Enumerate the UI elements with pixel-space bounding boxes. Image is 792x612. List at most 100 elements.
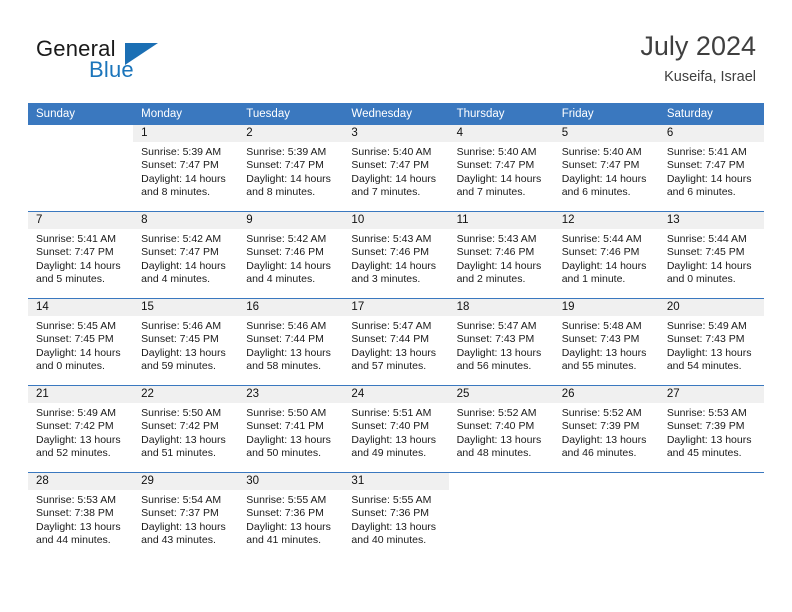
calendar-day-14[interactable]: 14 Sunrise: 5:45 AM Sunset: 7:45 PM Dayligh… xyxy=(28,299,134,385)
sunset-text: Sunset: 7:44 PM xyxy=(351,333,430,346)
calendar-day-17[interactable]: 17 Sunrise: 5:47 AM Sunset: 7:44 PM Dayligh… xyxy=(343,299,449,385)
sunset-text: Sunset: 7:47 PM xyxy=(246,159,324,172)
calendar-day-31[interactable]: 31 Sunrise: 5:55 AM Sunset: 7:36 PM Dayligh… xyxy=(343,473,449,559)
daylight-text-line2: and 48 minutes. xyxy=(456,447,532,460)
calendar-day-20[interactable]: 20 Sunrise: 5:49 AM Sunset: 7:43 PM Dayligh… xyxy=(658,299,764,385)
calendar-day-4[interactable]: 4 Sunrise: 5:40 AM Sunset: 7:47 PM Daylight… xyxy=(448,125,554,211)
calendar-cell: 3 Sunrise: 5:40 AM Sunset: 7:47 PM Daylight… xyxy=(343,125,449,212)
sunrise-text: Sunrise: 5:44 AM xyxy=(666,233,747,245)
daylight-text-line2: and 55 minutes. xyxy=(561,360,637,373)
sunrise-text: Sunrise: 5:42 AM xyxy=(141,233,222,245)
calendar-day-16[interactable]: 16 Sunrise: 5:46 AM Sunset: 7:44 PM Dayligh… xyxy=(238,299,344,385)
day-number: 23 xyxy=(238,386,344,403)
calendar-day-11[interactable]: 11 Sunrise: 5:43 AM Sunset: 7:46 PM Dayligh… xyxy=(448,212,554,298)
weekday-header-saturday: Saturday xyxy=(658,103,764,125)
calendar-cell: 27 Sunrise: 5:53 AM Sunset: 7:39 PM Dayligh… xyxy=(658,385,764,473)
calendar-day-27[interactable]: 27 Sunrise: 5:53 AM Sunset: 7:39 PM Dayligh… xyxy=(658,386,764,472)
calendar-cell: 15 Sunrise: 5:46 AM Sunset: 7:45 PM Dayligh… xyxy=(133,298,239,386)
calendar-day-6[interactable]: 6 Sunrise: 5:41 AM Sunset: 7:47 PM Daylight… xyxy=(658,125,764,211)
calendar-day-26[interactable]: 26 Sunrise: 5:52 AM Sunset: 7:39 PM Dayligh… xyxy=(553,386,659,472)
day-number: 10 xyxy=(343,212,449,229)
calendar-day-7[interactable]: 7 Sunrise: 5:41 AM Sunset: 7:47 PM Daylight… xyxy=(28,212,134,298)
day-number: 22 xyxy=(133,386,239,403)
calendar-cell: 7 Sunrise: 5:41 AM Sunset: 7:47 PM Daylight… xyxy=(28,211,134,299)
sunrise-text: Sunrise: 5:54 AM xyxy=(141,494,222,506)
calendar-day-3[interactable]: 3 Sunrise: 5:40 AM Sunset: 7:47 PM Daylight… xyxy=(343,125,449,211)
daylight-text-line1: Daylight: 14 hours xyxy=(456,259,542,272)
sunset-text: Sunset: 7:37 PM xyxy=(141,507,219,520)
calendar-day-22[interactable]: 22 Sunrise: 5:50 AM Sunset: 7:42 PM Dayligh… xyxy=(133,386,239,472)
calendar-week-row: 7 Sunrise: 5:41 AM Sunset: 7:47 PM Daylight… xyxy=(28,211,764,299)
calendar-cell: 26 Sunrise: 5:52 AM Sunset: 7:39 PM Dayligh… xyxy=(553,385,659,473)
day-number: 13 xyxy=(658,212,764,229)
sunset-text: Sunset: 7:36 PM xyxy=(246,507,324,520)
daylight-text-line1: Daylight: 13 hours xyxy=(36,520,121,533)
brand-logo[interactable]: General Blue xyxy=(36,36,276,88)
calendar-day-8[interactable]: 8 Sunrise: 5:42 AM Sunset: 7:47 PM Daylight… xyxy=(133,212,239,298)
day-details: Sunrise: 5:39 AM Sunset: 7:47 PM Daylight:… xyxy=(133,142,238,200)
daylight-text-line2: and 6 minutes. xyxy=(561,186,631,199)
sunset-text: Sunset: 7:46 PM xyxy=(246,246,324,259)
daylight-text-line1: Daylight: 13 hours xyxy=(351,520,437,533)
calendar-day-12[interactable]: 12 Sunrise: 5:44 AM Sunset: 7:46 PM Dayligh… xyxy=(553,212,659,298)
calendar-day-5[interactable]: 5 Sunrise: 5:40 AM Sunset: 7:47 PM Daylight… xyxy=(553,125,659,211)
calendar-day-15[interactable]: 15 Sunrise: 5:46 AM Sunset: 7:45 PM Dayligh… xyxy=(133,299,239,385)
calendar-day-21[interactable]: 21 Sunrise: 5:49 AM Sunset: 7:42 PM Dayligh… xyxy=(28,386,134,472)
calendar-table: Sunday Monday Tuesday Wednesday Thursday Frid… xyxy=(28,103,764,559)
sunset-text: Sunset: 7:47 PM xyxy=(36,246,114,259)
daylight-text-line2: and 0 minutes. xyxy=(36,360,105,373)
sunrise-text: Sunrise: 5:40 AM xyxy=(456,146,537,158)
sunset-text: Sunset: 7:46 PM xyxy=(351,246,430,259)
calendar-cell: 8 Sunrise: 5:42 AM Sunset: 7:47 PM Daylight… xyxy=(133,211,239,299)
calendar-week-row: 28 Sunrise: 5:53 AM Sunset: 7:38 PM Dayligh… xyxy=(28,472,764,559)
calendar-day-30[interactable]: 30 Sunrise: 5:55 AM Sunset: 7:36 PM Dayligh… xyxy=(238,473,344,559)
calendar-day-29[interactable]: 29 Sunrise: 5:54 AM Sunset: 7:37 PM Dayligh… xyxy=(133,473,239,559)
sunset-text: Sunset: 7:40 PM xyxy=(456,420,535,433)
sunset-text: Sunset: 7:47 PM xyxy=(141,159,219,172)
daylight-text-line2: and 7 minutes. xyxy=(456,186,526,199)
calendar-header-row: Sunday Monday Tuesday Wednesday Thursday Frid… xyxy=(28,103,764,125)
day-details: Sunrise: 5:52 AM Sunset: 7:40 PM Daylight:… xyxy=(449,403,554,461)
daylight-text-line2: and 43 minutes. xyxy=(141,534,216,547)
day-details: Sunrise: 5:48 AM Sunset: 7:43 PM Daylight:… xyxy=(554,316,659,374)
day-details: Sunrise: 5:42 AM Sunset: 7:47 PM Daylight:… xyxy=(133,229,238,287)
daylight-text-line2: and 6 minutes. xyxy=(666,186,736,199)
day-number: 24 xyxy=(343,386,449,403)
sunset-text: Sunset: 7:40 PM xyxy=(351,420,430,433)
calendar-day-empty xyxy=(553,473,659,559)
sunset-text: Sunset: 7:43 PM xyxy=(666,333,745,346)
sunrise-text: Sunrise: 5:52 AM xyxy=(456,407,537,419)
calendar-day-18[interactable]: 18 Sunrise: 5:47 AM Sunset: 7:43 PM Dayligh… xyxy=(448,299,554,385)
daylight-text-line1: Daylight: 13 hours xyxy=(351,433,437,446)
day-number: 18 xyxy=(448,299,554,316)
day-details: Sunrise: 5:43 AM Sunset: 7:46 PM Daylight:… xyxy=(343,229,448,287)
daylight-text-line2: and 40 minutes. xyxy=(351,534,427,547)
daylight-text-line2: and 50 minutes. xyxy=(246,447,321,460)
calendar-day-9[interactable]: 9 Sunrise: 5:42 AM Sunset: 7:46 PM Daylight… xyxy=(238,212,344,298)
calendar-day-23[interactable]: 23 Sunrise: 5:50 AM Sunset: 7:41 PM Dayligh… xyxy=(238,386,344,472)
daylight-text-line2: and 8 minutes. xyxy=(246,186,316,199)
location-subtitle: Kuseifa, Israel xyxy=(664,69,756,85)
sunset-text: Sunset: 7:36 PM xyxy=(351,507,430,520)
calendar-cell: 19 Sunrise: 5:48 AM Sunset: 7:43 PM Dayligh… xyxy=(553,298,659,386)
sunrise-text: Sunrise: 5:41 AM xyxy=(36,233,116,245)
sunset-text: Sunset: 7:44 PM xyxy=(246,333,324,346)
calendar-cell: 14 Sunrise: 5:45 AM Sunset: 7:45 PM Dayligh… xyxy=(28,298,134,386)
calendar-day-10[interactable]: 10 Sunrise: 5:43 AM Sunset: 7:46 PM Dayligh… xyxy=(343,212,449,298)
calendar-day-1[interactable]: 1 Sunrise: 5:39 AM Sunset: 7:47 PM Daylight… xyxy=(133,125,239,211)
day-number: 31 xyxy=(343,473,449,490)
calendar-cell: 13 Sunrise: 5:44 AM Sunset: 7:45 PM Dayligh… xyxy=(658,211,764,299)
sunset-text: Sunset: 7:47 PM xyxy=(141,246,219,259)
calendar-day-19[interactable]: 19 Sunrise: 5:48 AM Sunset: 7:43 PM Dayligh… xyxy=(553,299,659,385)
calendar-day-24[interactable]: 24 Sunrise: 5:51 AM Sunset: 7:40 PM Dayligh… xyxy=(343,386,449,472)
sunrise-text: Sunrise: 5:55 AM xyxy=(246,494,327,506)
calendar-day-2[interactable]: 2 Sunrise: 5:39 AM Sunset: 7:47 PM Daylight… xyxy=(238,125,344,211)
sunrise-text: Sunrise: 5:44 AM xyxy=(561,233,642,245)
sunset-text: Sunset: 7:43 PM xyxy=(561,333,640,346)
sunset-text: Sunset: 7:47 PM xyxy=(561,159,640,172)
calendar-day-25[interactable]: 25 Sunrise: 5:52 AM Sunset: 7:40 PM Dayligh… xyxy=(448,386,554,472)
daylight-text-line1: Daylight: 14 hours xyxy=(456,172,542,185)
sunset-text: Sunset: 7:45 PM xyxy=(141,333,219,346)
calendar-day-28[interactable]: 28 Sunrise: 5:53 AM Sunset: 7:38 PM Dayligh… xyxy=(28,473,134,559)
calendar-day-13[interactable]: 13 Sunrise: 5:44 AM Sunset: 7:45 PM Dayligh… xyxy=(658,212,764,298)
